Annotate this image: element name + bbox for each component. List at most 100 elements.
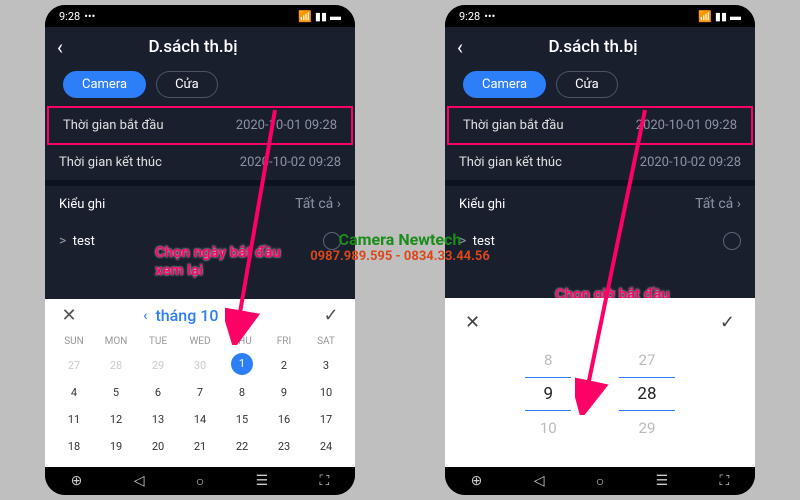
- calendar-day[interactable]: 14: [179, 407, 221, 432]
- calendar-day[interactable]: 2: [263, 353, 305, 378]
- radio-unchecked-icon[interactable]: [723, 232, 741, 250]
- end-time-field[interactable]: Thời gian kết thúc 2020-10-02 09:28: [45, 145, 355, 180]
- nav-recent-icon[interactable]: ☰: [256, 473, 269, 489]
- calendar-dow: FRI: [263, 332, 305, 351]
- calendar-day[interactable]: 10: [305, 380, 347, 405]
- end-time-value: 2020-10-02 09:28: [240, 155, 341, 170]
- android-navbar: ⊕ ◁ ○ ☰ ⛶: [445, 467, 755, 495]
- nav-home-icon[interactable]: ○: [196, 473, 204, 490]
- start-time-field[interactable]: Thời gian bắt đầu 2020-10-01 09:28: [47, 106, 353, 145]
- calendar-day[interactable]: 23: [263, 434, 305, 459]
- nav-back-icon[interactable]: ◁: [134, 473, 145, 489]
- nav-back-icon[interactable]: ◁: [534, 473, 545, 489]
- minute-current: 28: [619, 377, 674, 411]
- minute-next: 29: [639, 419, 656, 437]
- calendar-prev-icon[interactable]: ‹: [143, 308, 147, 324]
- calendar-close-icon[interactable]: ✕: [57, 305, 81, 326]
- hour-wheel[interactable]: 8 9 10: [525, 351, 571, 437]
- test-row[interactable]: > test: [445, 222, 755, 260]
- tab-door[interactable]: Cửa: [556, 71, 618, 98]
- calendar-day[interactable]: 12: [95, 407, 137, 432]
- record-type-value: Tất cả: [695, 196, 733, 212]
- start-time-label: Thời gian bắt đầu: [463, 118, 564, 133]
- calendar-grid: SUNMONTUEWEDTHUFRISAT2728293012345678910…: [45, 332, 355, 467]
- record-type-label: Kiểu ghi: [59, 197, 105, 212]
- calendar-title: ‹ tháng 10 20 ›: [143, 306, 257, 325]
- nav-home-icon[interactable]: ○: [596, 473, 604, 490]
- time-colon: :: [593, 384, 597, 405]
- calendar-picker: ✕ ‹ tháng 10 20 › ✓ SUNMONTUEWEDTHUFRISA…: [45, 299, 355, 467]
- calendar-day[interactable]: 13: [137, 407, 179, 432]
- tab-camera[interactable]: Camera: [63, 71, 146, 98]
- calendar-day[interactable]: 18: [53, 434, 95, 459]
- calendar-day[interactable]: 11: [53, 407, 95, 432]
- time-picker-body: 8 9 10 : 27 28 29: [461, 351, 739, 437]
- calendar-day[interactable]: 24: [305, 434, 347, 459]
- calendar-day[interactable]: 16: [263, 407, 305, 432]
- tab-camera[interactable]: Camera: [463, 71, 546, 98]
- calendar-day[interactable]: 30: [179, 353, 221, 378]
- status-dot: •••: [84, 10, 95, 23]
- calendar-dow: TUE: [137, 332, 179, 351]
- hour-prev: 8: [544, 351, 552, 369]
- calendar-month: tháng 10: [155, 306, 218, 325]
- calendar-day[interactable]: 17: [305, 407, 347, 432]
- tabs: Camera Cửa: [445, 67, 755, 106]
- page-title: D.sách th.bị: [75, 37, 311, 57]
- calendar-year: 20: [226, 306, 244, 325]
- tab-door[interactable]: Cửa: [156, 71, 218, 98]
- calendar-day[interactable]: 27: [53, 353, 95, 378]
- wifi-icon: 📶: [298, 10, 312, 23]
- calendar-day[interactable]: 5: [95, 380, 137, 405]
- calendar-next-icon[interactable]: ›: [253, 308, 257, 324]
- calendar-day[interactable]: 22: [221, 434, 263, 459]
- calendar-day[interactable]: 4: [53, 380, 95, 405]
- back-icon[interactable]: ‹: [457, 35, 463, 59]
- calendar-day[interactable]: 7: [179, 380, 221, 405]
- calendar-day[interactable]: 6: [137, 380, 179, 405]
- record-type-field[interactable]: Kiểu ghi Tất cả ›: [445, 186, 755, 222]
- header: ‹ D.sách th.bị: [445, 27, 755, 67]
- calendar-day[interactable]: 19: [95, 434, 137, 459]
- battery-icon: ▬: [730, 10, 741, 23]
- status-dot: •••: [484, 10, 495, 23]
- time-picker: ✕ ✓ 8 9 10 : 27 28 29: [445, 298, 755, 467]
- header: ‹ D.sách th.bị: [45, 27, 355, 67]
- calendar-dow: THU: [221, 332, 263, 351]
- nav-recent-icon[interactable]: ☰: [656, 473, 669, 489]
- calendar-day[interactable]: 29: [137, 353, 179, 378]
- calendar-day[interactable]: 9: [263, 380, 305, 405]
- calendar-day[interactable]: 15: [221, 407, 263, 432]
- nav-extra-icon[interactable]: ⛶: [320, 473, 330, 489]
- nav-extra-icon[interactable]: ⛶: [720, 473, 730, 489]
- end-time-field[interactable]: Thời gian kết thúc 2020-10-02 09:28: [445, 145, 755, 180]
- back-icon[interactable]: ‹: [57, 35, 63, 59]
- calendar-day[interactable]: 1: [231, 353, 253, 375]
- calendar-day[interactable]: 20: [137, 434, 179, 459]
- record-type-label: Kiểu ghi: [459, 197, 505, 212]
- chevron-right-icon: >: [59, 233, 66, 249]
- wifi-icon: 📶: [698, 10, 712, 23]
- start-time-label: Thời gian bắt đầu: [63, 118, 164, 133]
- nav-acc-icon[interactable]: ⊕: [71, 473, 83, 489]
- calendar-day[interactable]: 21: [179, 434, 221, 459]
- calendar-day[interactable]: 8: [221, 380, 263, 405]
- test-label: test: [73, 234, 95, 249]
- time-confirm-icon[interactable]: ✓: [720, 312, 735, 333]
- calendar-day[interactable]: 28: [95, 353, 137, 378]
- end-time-label: Thời gian kết thúc: [459, 155, 562, 170]
- start-time-value: 2020-10-01 09:28: [236, 118, 337, 133]
- calendar-dow: SAT: [305, 332, 347, 351]
- calendar-day[interactable]: 3: [305, 353, 347, 378]
- annotation-date: Chọn ngày bắt đầu xem lại: [155, 243, 281, 279]
- minute-wheel[interactable]: 27 28 29: [619, 351, 674, 437]
- start-time-field[interactable]: Thời gian bắt đầu 2020-10-01 09:28: [447, 106, 753, 145]
- radio-unchecked-icon[interactable]: [323, 232, 341, 250]
- tabs: Camera Cửa: [45, 67, 355, 106]
- nav-acc-icon[interactable]: ⊕: [471, 473, 483, 489]
- calendar-confirm-icon[interactable]: ✓: [319, 305, 343, 326]
- phone-right: 9:28••• 📶▮▮▬ ‹ D.sách th.bị Camera Cửa T…: [445, 5, 755, 495]
- time-close-icon[interactable]: ✕: [465, 312, 480, 333]
- record-type-field[interactable]: Kiểu ghi Tất cả ›: [45, 186, 355, 222]
- test-label: test: [473, 234, 495, 249]
